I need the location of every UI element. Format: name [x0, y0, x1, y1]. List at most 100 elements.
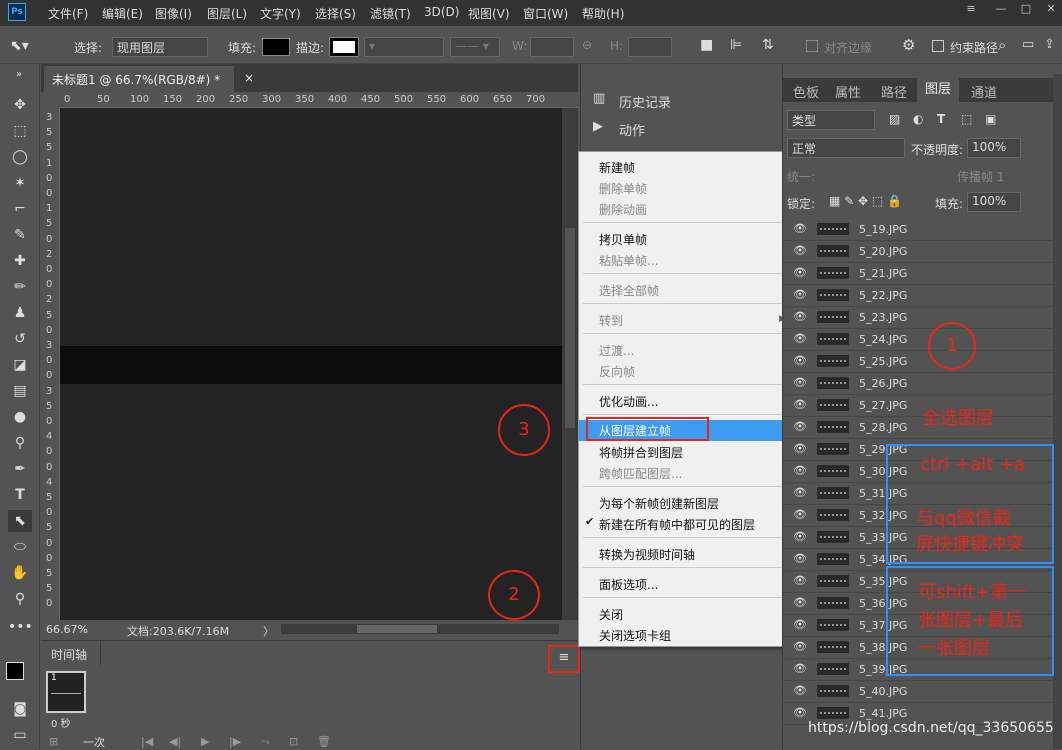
share-icon[interactable]: ⇪ [1044, 37, 1055, 52]
layer-row[interactable]: 👁 5_22.JPG [783, 285, 1062, 307]
delete-frame-icon[interactable]: 🗑 [317, 735, 331, 748]
eye-icon[interactable]: 👁 [793, 552, 807, 565]
menu-item-close[interactable]: 关闭 [579, 604, 793, 625]
status-arrow[interactable]: 〉 [263, 623, 274, 639]
healing-brush-icon[interactable]: ✚ [8, 250, 32, 272]
lock-icons[interactable]: ▦ ✎ ✥ ⬚ 🔒 [829, 194, 902, 208]
canvas[interactable]: 3 2 [60, 108, 562, 620]
eye-icon[interactable]: 👁 [793, 662, 807, 675]
collapse-icon[interactable]: ≡ [960, 2, 982, 16]
actions-icon[interactable]: ▶ [593, 119, 603, 134]
blur-icon[interactable]: ● [8, 406, 32, 428]
menu-item-copy-frame[interactable]: 拷贝单帧 [579, 229, 793, 250]
eye-icon[interactable]: 👁 [793, 398, 807, 411]
fill-input[interactable]: 100% [967, 192, 1021, 212]
fill-swatch[interactable] [262, 38, 290, 56]
menu-item-new-layers-visible[interactable]: 新建在所有帧中都可见的图层 [579, 514, 793, 535]
actions-panel-label[interactable]: 动作 [619, 120, 645, 139]
stroke-width-input[interactable]: ▾ [364, 37, 444, 57]
next-frame-icon[interactable]: |▶ [229, 735, 241, 748]
layer-row[interactable]: 👁 5_26.JPG [783, 373, 1062, 395]
eye-icon[interactable]: 👁 [793, 442, 807, 455]
tween-icon[interactable]: ⤳ [261, 735, 270, 749]
document-tab[interactable]: 未标题1 @ 66.7%(RGB/8#) * × [44, 66, 254, 92]
duplicate-frame-icon[interactable]: ⊡ [289, 735, 298, 748]
layer-row[interactable]: 👁 5_19.JPG [783, 219, 1062, 241]
tab-swatches[interactable]: 色板 [793, 82, 819, 101]
eye-icon[interactable]: 👁 [793, 706, 807, 719]
foreground-color-swatch[interactable] [6, 662, 24, 680]
filter-adjustment-icon[interactable]: ◐ [913, 112, 923, 126]
animation-frame[interactable]: 1 [46, 671, 86, 713]
marquee-icon[interactable]: ⬚ [8, 120, 32, 142]
menu-edit[interactable]: 编辑(E) [102, 5, 143, 22]
eye-icon[interactable]: 👁 [793, 574, 807, 587]
timeline-tab[interactable]: 时间轴 [41, 641, 101, 665]
history-icon[interactable]: ▥ [593, 91, 605, 106]
eye-icon[interactable]: 👁 [793, 376, 807, 389]
eye-icon[interactable]: 👁 [793, 310, 807, 323]
frame-delay[interactable]: 0 秒 [51, 715, 71, 730]
menu-item-optimize-animation[interactable]: 优化动画... [579, 391, 793, 412]
maximize-button[interactable]: □ [1015, 2, 1037, 16]
layer-row[interactable]: 👁 5_20.JPG [783, 241, 1062, 263]
timeline-menu-icon[interactable]: ≡ [548, 645, 580, 673]
eye-icon[interactable]: 👁 [793, 618, 807, 631]
menu-view[interactable]: 视图(V) [468, 5, 510, 22]
eye-icon[interactable]: 👁 [793, 640, 807, 653]
stroke-type-dropdown[interactable]: —— ▾ [450, 37, 500, 57]
menu-item-flatten-frames[interactable]: 将帧拼合到图层 [579, 442, 793, 463]
eye-icon[interactable]: 👁 [793, 596, 807, 609]
eye-icon[interactable]: 👁 [793, 464, 807, 477]
select-dropdown[interactable]: 现用图层 [112, 37, 208, 57]
filter-pixel-icon[interactable]: ▨ [889, 112, 900, 126]
eye-icon[interactable]: 👁 [793, 288, 807, 301]
tab-properties[interactable]: 属性 [835, 82, 861, 101]
brush-icon[interactable]: ✏ [8, 276, 32, 298]
gear-icon[interactable]: ⚙ [902, 36, 915, 54]
lasso-icon[interactable]: ◯ [8, 146, 32, 168]
convert-icon[interactable]: ⊞ [49, 735, 58, 748]
eye-icon[interactable]: 👁 [793, 244, 807, 257]
history-brush-icon[interactable]: ↺ [8, 328, 32, 350]
menu-layer[interactable]: 图层(L) [207, 5, 247, 22]
eye-icon[interactable]: 👁 [793, 354, 807, 367]
magic-wand-icon[interactable]: ✶ [8, 172, 32, 194]
move-tool-icon[interactable]: ⬉▾ [10, 38, 29, 54]
close-tab-icon[interactable]: × [244, 71, 254, 85]
menu-file[interactable]: 文件(F) [48, 5, 88, 22]
layer-filter-dropdown[interactable]: 类型 [787, 110, 875, 130]
zoom-level[interactable]: 66.67% [46, 623, 88, 636]
eye-icon[interactable]: 👁 [793, 266, 807, 279]
eye-icon[interactable]: 👁 [793, 508, 807, 521]
zoom-icon[interactable]: ⚲ [8, 588, 32, 610]
menu-image[interactable]: 图像(I) [155, 5, 192, 22]
prev-frame-icon[interactable]: ◀| [169, 735, 181, 748]
layer-row[interactable]: 👁 5_21.JPG [783, 263, 1062, 285]
pen-icon[interactable]: ✒ [8, 458, 32, 480]
eye-icon[interactable]: 👁 [793, 332, 807, 345]
eye-icon[interactable]: 👁 [793, 684, 807, 697]
eye-icon[interactable]: 👁 [793, 222, 807, 235]
layer-row[interactable]: 👁 5_40.JPG [783, 681, 1062, 703]
menu-window[interactable]: 窗口(W) [523, 5, 568, 22]
path-alignment-icon[interactable]: ⊫ [730, 37, 742, 53]
menu-3d[interactable]: 3D(D) [424, 5, 459, 19]
close-button[interactable]: ✕ [1040, 2, 1062, 16]
type-icon[interactable]: T [8, 484, 32, 506]
blend-mode-dropdown[interactable]: 正常 [787, 138, 905, 158]
crop-icon[interactable]: ⌐ [8, 198, 32, 220]
gradient-icon[interactable]: ▤ [8, 380, 32, 402]
dodge-icon[interactable]: ⚲ [8, 432, 32, 454]
menu-select[interactable]: 选择(S) [315, 5, 356, 22]
tab-layers[interactable]: 图层 [917, 78, 960, 102]
tab-channels[interactable]: 通道 [971, 82, 997, 101]
layer-row[interactable]: 👁 5_23.JPG [783, 307, 1062, 329]
workspace-icon[interactable]: ▭ [1022, 37, 1034, 52]
loop-dropdown[interactable]: 一次 [83, 734, 105, 750]
more-tools-icon[interactable]: ••• [8, 616, 33, 638]
ellipse-icon[interactable]: ⬭ [8, 536, 32, 558]
menu-item-convert-video-timeline[interactable]: 转换为视频时间轴 [579, 544, 793, 565]
eye-icon[interactable]: 👁 [793, 420, 807, 433]
first-frame-icon[interactable]: |◀ [141, 735, 153, 748]
